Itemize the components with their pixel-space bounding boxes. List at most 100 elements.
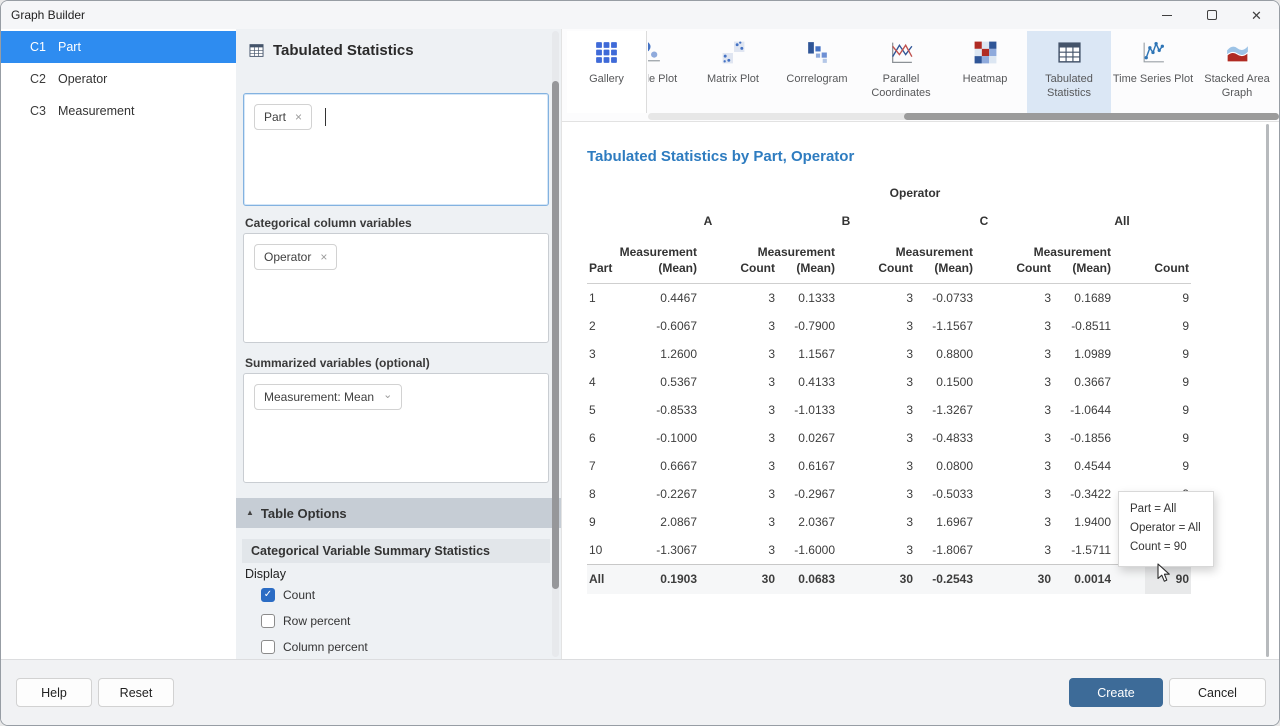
table-cell[interactable]: 9 xyxy=(1145,312,1191,340)
table-cell[interactable]: 0.4467 xyxy=(639,284,731,312)
table-cell[interactable]: -0.1856 xyxy=(1053,424,1145,452)
table-cell[interactable]: 0.0267 xyxy=(777,424,869,452)
gallery-item-correlogram[interactable]: Correlogram xyxy=(775,31,859,113)
table-cell[interactable]: 3 xyxy=(1007,480,1053,508)
cancel-button[interactable]: Cancel xyxy=(1169,678,1266,707)
table-cell[interactable]: 3 xyxy=(731,368,777,396)
table-cell[interactable]: -0.6067 xyxy=(639,312,731,340)
table-row-part[interactable]: 2 xyxy=(587,312,639,340)
table-cell[interactable]: 1.6967 xyxy=(915,508,1007,536)
chip-operator[interactable]: Operator × xyxy=(254,244,337,270)
close-button[interactable]: ✕ xyxy=(1234,1,1279,29)
checkbox-row-percent[interactable]: Row percent xyxy=(261,613,350,629)
table-options-header[interactable]: ▲ Table Options xyxy=(236,498,561,528)
table-cell[interactable]: 0.4544 xyxy=(1053,452,1145,480)
table-cell[interactable]: -0.2967 xyxy=(777,480,869,508)
column-variables-box[interactable]: Operator × xyxy=(243,233,549,343)
sidebar-item-measurement[interactable]: C3Measurement xyxy=(1,95,236,127)
gallery-item-time-series-plot[interactable]: Time Series Plot xyxy=(1111,31,1195,113)
maximize-button[interactable] xyxy=(1189,1,1234,29)
create-button[interactable]: Create xyxy=(1069,678,1163,707)
table-row-part[interactable]: 10 xyxy=(587,536,639,564)
table-cell[interactable]: 9 xyxy=(1145,368,1191,396)
gallery-item-gallery[interactable]: Gallery xyxy=(567,31,647,113)
table-row-part[interactable]: 4 xyxy=(587,368,639,396)
results-scrollbar[interactable] xyxy=(1266,124,1269,657)
table-cell[interactable]: 3 xyxy=(1007,396,1053,424)
table-cell[interactable]: 0.1500 xyxy=(915,368,1007,396)
table-cell[interactable]: 3 xyxy=(731,340,777,368)
table-cell[interactable]: 3 xyxy=(731,424,777,452)
table-cell[interactable]: -1.3267 xyxy=(915,396,1007,424)
table-row-part[interactable]: 5 xyxy=(587,396,639,424)
gallery-scrollbar-track[interactable] xyxy=(648,113,1279,120)
gallery-item-parallel-coordinates[interactable]: Parallel Coordinates xyxy=(859,31,943,113)
table-cell[interactable]: -1.0133 xyxy=(777,396,869,424)
table-cell[interactable]: 0.5367 xyxy=(639,368,731,396)
chip-measurement-mean[interactable]: Measurement: Mean ⌄ xyxy=(254,384,402,410)
table-cell[interactable]: 9 xyxy=(1145,284,1191,312)
table-row-part[interactable]: 8 xyxy=(587,480,639,508)
table-cell[interactable]: -1.6000 xyxy=(777,536,869,564)
table-cell[interactable]: -0.7900 xyxy=(777,312,869,340)
table-row-part[interactable]: All xyxy=(587,564,639,594)
unchecked-checkbox-icon[interactable] xyxy=(261,640,275,654)
table-cell[interactable]: 2.0367 xyxy=(777,508,869,536)
table-cell[interactable]: 3 xyxy=(731,480,777,508)
gallery-scrollbar-thumb[interactable] xyxy=(904,113,1279,120)
table-cell[interactable]: -0.1000 xyxy=(639,424,731,452)
table-row-part[interactable]: 3 xyxy=(587,340,639,368)
table-cell[interactable]: -1.8067 xyxy=(915,536,1007,564)
table-cell[interactable]: 1.2600 xyxy=(639,340,731,368)
checkbox-count[interactable]: ✓Count xyxy=(261,587,315,603)
table-cell[interactable]: 9 xyxy=(1145,452,1191,480)
table-cell[interactable]: 0.1333 xyxy=(777,284,869,312)
gallery-item-matrix-plot[interactable]: Matrix Plot xyxy=(691,31,775,113)
gallery-item-stacked-area-graph[interactable]: Stacked Area Graph xyxy=(1195,31,1279,113)
table-cell[interactable]: 30 xyxy=(1007,564,1053,594)
table-cell[interactable]: 2.0867 xyxy=(639,508,731,536)
table-cell[interactable]: 1.1567 xyxy=(777,340,869,368)
remove-icon[interactable]: × xyxy=(320,251,327,263)
table-cell[interactable]: 3 xyxy=(869,396,915,424)
table-cell[interactable]: -0.2267 xyxy=(639,480,731,508)
sidebar-item-operator[interactable]: C2Operator xyxy=(1,63,236,95)
table-cell[interactable]: 3 xyxy=(869,424,915,452)
table-cell[interactable]: 0.0683 xyxy=(777,564,869,594)
table-row-part[interactable]: 7 xyxy=(587,452,639,480)
table-cell[interactable]: 3 xyxy=(1007,508,1053,536)
table-cell[interactable]: 9 xyxy=(1145,340,1191,368)
table-cell[interactable]: 3 xyxy=(869,480,915,508)
table-cell[interactable]: 3 xyxy=(869,452,915,480)
sidebar-item-part[interactable]: C1Part xyxy=(1,31,236,63)
table-cell[interactable]: -0.0733 xyxy=(915,284,1007,312)
minimize-button[interactable] xyxy=(1144,1,1189,29)
table-cell[interactable]: 3 xyxy=(1007,424,1053,452)
help-button[interactable]: Help xyxy=(16,678,92,707)
table-cell[interactable]: 3 xyxy=(731,312,777,340)
unchecked-checkbox-icon[interactable] xyxy=(261,614,275,628)
table-cell[interactable]: 3 xyxy=(1007,452,1053,480)
table-cell[interactable]: -0.8533 xyxy=(639,396,731,424)
table-cell[interactable]: 9 xyxy=(1145,424,1191,452)
table-cell[interactable]: 3 xyxy=(869,536,915,564)
table-cell[interactable]: 3 xyxy=(869,312,915,340)
table-cell[interactable]: 3 xyxy=(1007,368,1053,396)
table-cell[interactable]: 3 xyxy=(731,452,777,480)
panel-scrollbar-thumb[interactable] xyxy=(552,81,559,589)
table-cell[interactable]: 3 xyxy=(1007,284,1053,312)
table-cell[interactable]: 0.0800 xyxy=(915,452,1007,480)
table-row-part[interactable]: 1 xyxy=(587,284,639,312)
table-cell[interactable]: 0.1903 xyxy=(639,564,731,594)
table-cell[interactable]: 1.0989 xyxy=(1053,340,1145,368)
table-cell[interactable]: -1.3067 xyxy=(639,536,731,564)
table-cell[interactable]: 0.6667 xyxy=(639,452,731,480)
summarized-variables-box[interactable]: Measurement: Mean ⌄ xyxy=(243,373,549,483)
table-cell[interactable]: 30 xyxy=(731,564,777,594)
table-cell[interactable]: 0.6167 xyxy=(777,452,869,480)
table-cell[interactable]: -1.1567 xyxy=(915,312,1007,340)
table-cell[interactable]: 3 xyxy=(731,536,777,564)
checked-checkbox-icon[interactable]: ✓ xyxy=(261,588,275,602)
table-cell[interactable]: 3 xyxy=(869,368,915,396)
table-cell[interactable]: 9 xyxy=(1145,396,1191,424)
